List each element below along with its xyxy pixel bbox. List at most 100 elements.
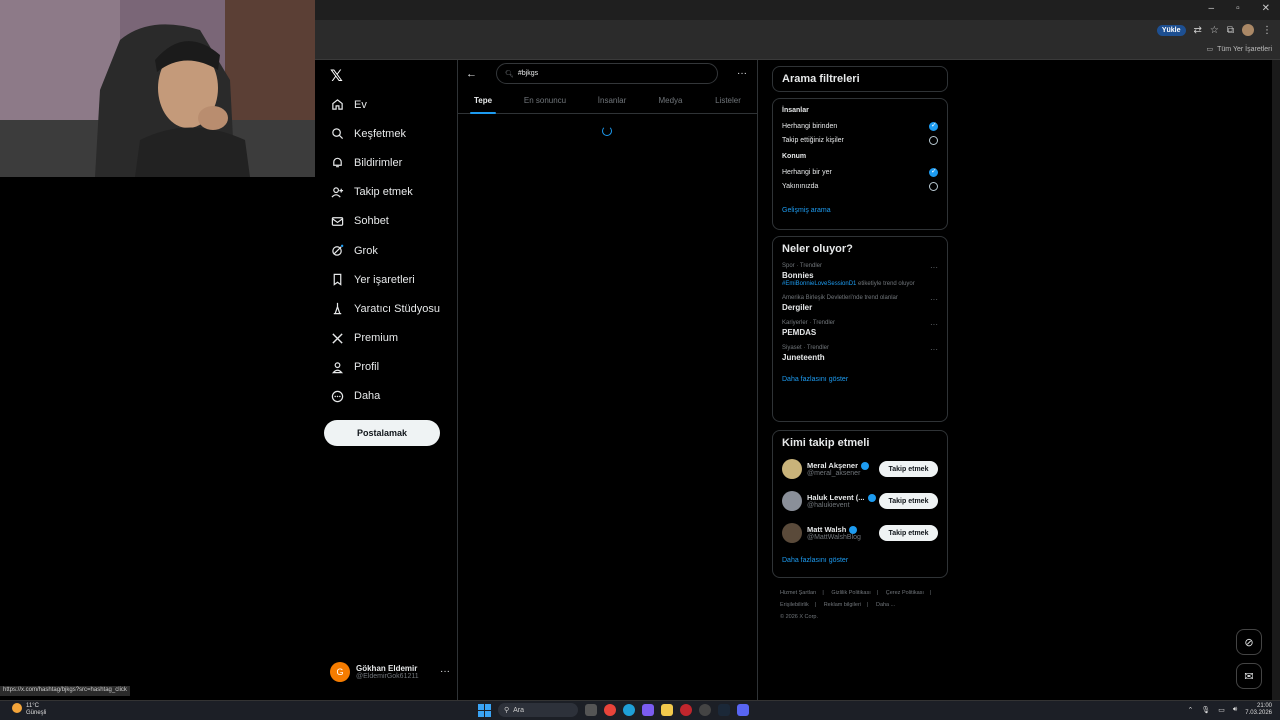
network-icon[interactable]: ▭: [1218, 706, 1225, 714]
nav-item-grok[interactable]: Grok: [330, 236, 440, 265]
follow-button[interactable]: Takip etmek: [879, 525, 938, 541]
nav-item-explore[interactable]: Keşfetmek: [330, 119, 440, 148]
trend-item[interactable]: Spor · Trendler Bonnies #EmiBonnieLoveSe…: [782, 263, 938, 287]
advanced-search-link[interactable]: Gelişmiş arama: [782, 207, 938, 214]
messages-button[interactable]: ✉: [1236, 663, 1262, 689]
star-icon[interactable]: ☆: [1210, 25, 1219, 36]
filter-option-following[interactable]: Takip ettiğiniz kişiler: [782, 133, 938, 147]
webcam-image: [0, 0, 315, 177]
app-icon[interactable]: [642, 704, 654, 716]
extensions-icon[interactable]: ⧉: [1227, 25, 1234, 36]
all-bookmarks[interactable]: ▭ Tüm Yer İşaretleri: [1207, 45, 1272, 54]
app-icon[interactable]: [699, 704, 711, 716]
system-tray: ⌃ 🎙︎ ▭ 🔊︎ 21:00 7.03.2026: [1187, 703, 1272, 717]
trend-name: Juneteenth: [782, 353, 825, 362]
filter-option-anyone[interactable]: Herhangi birinden: [782, 119, 938, 133]
x-logo-icon[interactable]: 𝕏: [330, 66, 343, 86]
account-switcher[interactable]: G Gökhan Eldemir @EldemirGok61211 ···: [330, 662, 450, 682]
footer-link[interactable]: Erişilebilirlik: [780, 602, 809, 608]
list-item[interactable]: Matt Walsh @MattWalshBlog Takip etmek: [782, 517, 938, 549]
trend-item[interactable]: Amerika Birleşik Devletleri'nde trend ol…: [782, 295, 938, 312]
search-query: #bjkgs: [517, 70, 539, 77]
user-name-text: Matt Walsh: [807, 525, 847, 534]
clock[interactable]: 21:00 7.03.2026: [1245, 703, 1272, 717]
tab-people[interactable]: İnsanlar: [582, 90, 642, 113]
maximize-icon[interactable]: ▫: [1236, 3, 1240, 14]
file-explorer-icon[interactable]: [661, 704, 673, 716]
app-icon[interactable]: [680, 704, 692, 716]
more-icon[interactable]: ···: [930, 263, 938, 272]
radio-icon[interactable]: [929, 181, 938, 191]
nav-item-notifications[interactable]: Bildirimler: [330, 148, 440, 177]
grok-button[interactable]: ⊘: [1236, 629, 1262, 655]
menu-icon[interactable]: ⋮: [1262, 25, 1272, 36]
footer-link[interactable]: Daha ...: [876, 602, 895, 608]
chevron-up-icon[interactable]: ⌃: [1187, 706, 1193, 714]
taskbar-search[interactable]: ⚲ Ara: [498, 703, 578, 717]
microphone-icon[interactable]: 🎙︎: [1201, 706, 1210, 714]
nav-item-chat[interactable]: Sohbet: [330, 207, 440, 236]
weather-desc: Güneşli: [26, 710, 47, 716]
footer-link[interactable]: Gizlilik Politikası: [831, 590, 870, 596]
search-input[interactable]: 🔍︎ #bjkgs: [496, 63, 718, 84]
more-icon[interactable]: ···: [737, 68, 747, 79]
nav-item-premium[interactable]: Premium: [330, 324, 440, 353]
window-controls: – ▫ ✕: [1209, 3, 1271, 14]
nav-item-more[interactable]: Daha: [330, 382, 440, 411]
column-divider: [457, 60, 458, 700]
follow-button[interactable]: Takip etmek: [879, 461, 938, 477]
nav-item-bookmarks[interactable]: Yer işaretleri: [330, 265, 440, 294]
list-item[interactable]: Meral Akşener @meral_aksener Takip etmek: [782, 453, 938, 485]
nav-item-follow[interactable]: Takip etmek: [330, 178, 440, 207]
filter-option-label: Herhangi birinden: [782, 122, 838, 130]
radio-icon[interactable]: [929, 135, 938, 145]
more-icon[interactable]: ···: [930, 345, 938, 354]
more-icon[interactable]: ···: [440, 666, 450, 677]
tab-media[interactable]: Medya: [642, 90, 699, 113]
user-name-text: Haluk Levent (...: [807, 493, 865, 502]
radio-selected-icon[interactable]: [929, 121, 938, 131]
windows-start-icon[interactable]: [478, 703, 491, 717]
tab-top[interactable]: Tepe: [458, 90, 508, 113]
trends-show-more-link[interactable]: Daha fazlasını göster: [782, 376, 938, 383]
volume-icon[interactable]: 🔊︎: [1233, 706, 1237, 714]
trend-item[interactable]: Siyaset · Trendler Juneteenth ···: [782, 345, 938, 362]
weather-widget[interactable]: 11°C Güneşli: [12, 703, 46, 717]
tab-lists[interactable]: Listeler: [699, 90, 757, 113]
footer-link[interactable]: Hizmet Şartları: [780, 590, 816, 596]
trend-hashtag[interactable]: #EmiBonnieLoveSessionD1: [782, 281, 856, 287]
chrome-icon[interactable]: [604, 704, 616, 716]
filter-option-anywhere[interactable]: Herhangi bir yer: [782, 165, 938, 179]
footer-link[interactable]: Çerez Politikası: [886, 590, 924, 596]
close-icon[interactable]: ✕: [1262, 3, 1270, 14]
filter-option-near-you[interactable]: Yakınınızda: [782, 179, 938, 193]
list-item[interactable]: Haluk Levent (... @halukievent Takip etm…: [782, 485, 938, 517]
follow-button[interactable]: Takip etmek: [879, 493, 938, 509]
translate-icon[interactable]: ⇄: [1194, 25, 1202, 36]
bookmark-icon: [330, 273, 344, 287]
minimize-icon[interactable]: –: [1209, 3, 1215, 14]
mail-icon: [330, 214, 344, 228]
edge-icon[interactable]: [623, 704, 635, 716]
profile-avatar[interactable]: [1242, 24, 1254, 36]
nav-item-creator-studio[interactable]: Yaratıcı Stüdyosu: [330, 294, 440, 323]
search-tabs: Tepe En sonuncu İnsanlar Medya Listeler: [458, 90, 757, 114]
more-icon[interactable]: ···: [930, 320, 938, 329]
task-view-icon[interactable]: [585, 704, 597, 716]
search-filters-title: Arama filtreleri: [782, 73, 860, 85]
who-to-follow-show-more-link[interactable]: Daha fazlasını göster: [782, 557, 938, 564]
steam-icon[interactable]: [718, 704, 730, 716]
tab-latest[interactable]: En sonuncu: [508, 90, 582, 113]
column-divider: [757, 60, 758, 700]
radio-selected-icon[interactable]: [929, 167, 938, 177]
nav-item-home[interactable]: Ev: [330, 90, 440, 119]
nav-item-profile[interactable]: Profil: [330, 353, 440, 382]
back-arrow-icon[interactable]: ←: [466, 68, 477, 80]
discord-icon[interactable]: [737, 704, 749, 716]
scrollbar[interactable]: [1272, 60, 1280, 700]
trend-item[interactable]: Kariyerler · Trendler PEMDAS ···: [782, 320, 938, 337]
post-button[interactable]: Postalamak: [324, 420, 440, 446]
more-icon[interactable]: ···: [930, 295, 938, 304]
upload-button[interactable]: Yükle: [1156, 24, 1186, 36]
footer-link[interactable]: Reklam bilgileri: [824, 602, 861, 608]
